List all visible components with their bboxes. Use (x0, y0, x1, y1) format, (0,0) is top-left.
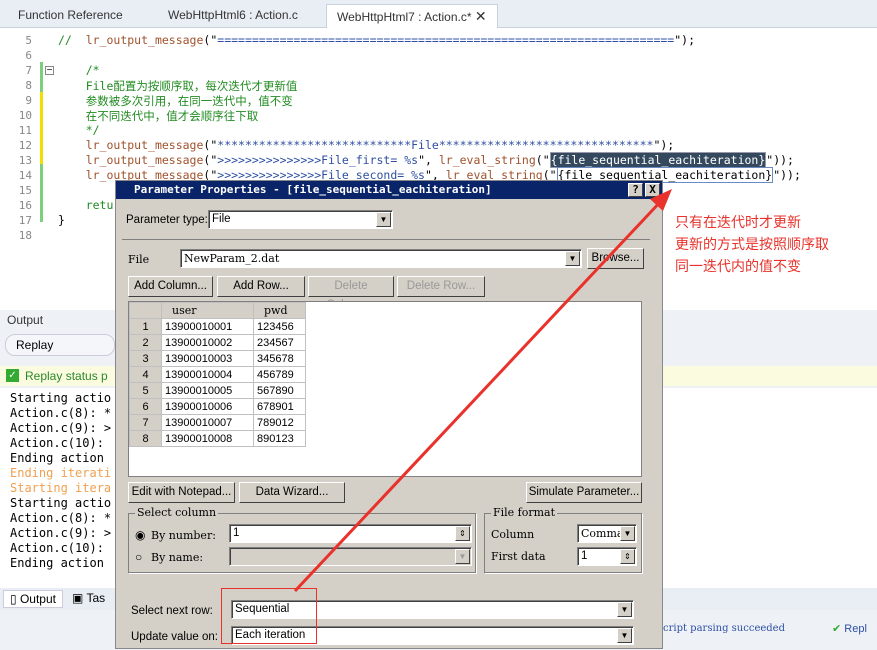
arrow-line (293, 198, 664, 593)
annotation-arrow (293, 189, 672, 593)
